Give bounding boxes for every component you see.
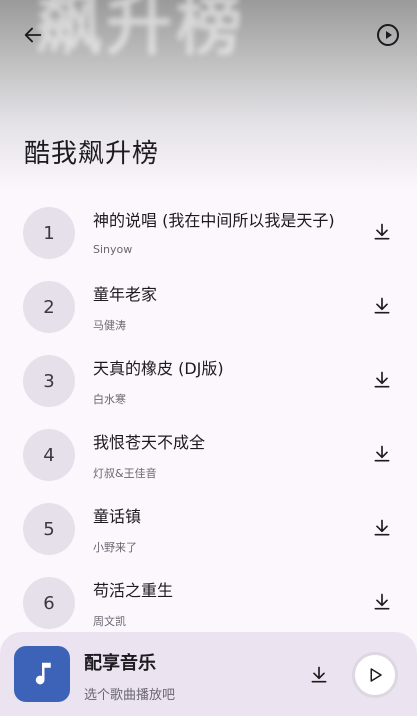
rank-badge: 6 [23, 577, 75, 629]
album-cover[interactable] [14, 646, 70, 702]
song-title: 我恨苍天不成全 [93, 433, 206, 452]
music-note-icon [35, 662, 51, 685]
play-circle-icon [377, 24, 399, 46]
rank-badge: 5 [23, 503, 75, 555]
header-banner: 飙升榜 酷我飙升榜 [0, 0, 417, 190]
back-button[interactable] [18, 20, 48, 50]
download-icon [311, 666, 327, 683]
play-all-button[interactable] [375, 22, 401, 48]
download-button[interactable] [371, 369, 393, 391]
download-button[interactable] [371, 443, 393, 465]
song-row[interactable]: 2 童年老家 马健涛 [0, 269, 417, 343]
song-row[interactable]: 5 童话镇 小野来了 [0, 491, 417, 565]
song-row[interactable]: 3 天真的橡皮 (DJ版) 白水寒 [0, 343, 417, 417]
rank-badge: 1 [23, 207, 75, 259]
song-title: 神的说唱 (我在中间所以我是天子) [93, 211, 335, 230]
download-icon [374, 593, 390, 610]
song-title: 童年老家 [93, 285, 158, 304]
song-title: 天真的橡皮 (DJ版) [93, 359, 224, 378]
song-artist: 周文凯 [93, 615, 126, 628]
song-title: 童话镇 [93, 507, 142, 526]
song-row[interactable]: 6 苟活之重生 周文凯 [0, 565, 417, 639]
download-icon [374, 371, 390, 388]
song-title: 苟活之重生 [93, 581, 174, 600]
download-button[interactable] [371, 295, 393, 317]
song-artist: Sinyow [93, 243, 133, 256]
song-artist: 小野来了 [93, 541, 137, 554]
player-download-button[interactable] [308, 664, 330, 686]
download-button[interactable] [371, 591, 393, 613]
page-title: 酷我飙升榜 [24, 139, 160, 169]
rank-badge: 2 [23, 281, 75, 333]
song-row[interactable]: 1 神的说唱 (我在中间所以我是天子) Sinyow [0, 195, 417, 269]
rank-badge: 3 [23, 355, 75, 407]
download-button[interactable] [371, 221, 393, 243]
download-icon [374, 445, 390, 462]
header-background-text: 飙升榜 [36, 0, 246, 64]
song-artist: 马健涛 [93, 319, 126, 332]
song-row[interactable]: 4 我恨苍天不成全 灯叔&王佳音 [0, 417, 417, 491]
song-artist: 白水寒 [93, 393, 126, 406]
song-artist: 灯叔&王佳音 [93, 467, 157, 480]
mini-player[interactable]: 配享音乐 选个歌曲播放吧 [0, 632, 417, 716]
download-icon [374, 297, 390, 314]
download-button[interactable] [371, 517, 393, 539]
player-title: 配享音乐 [84, 653, 156, 674]
rank-badge: 4 [23, 429, 75, 481]
player-subtitle: 选个歌曲播放吧 [84, 688, 176, 703]
play-button[interactable] [352, 652, 398, 698]
play-icon [370, 668, 382, 682]
download-icon [374, 223, 390, 240]
arrow-left-icon [24, 27, 42, 43]
song-list: 1 神的说唱 (我在中间所以我是天子) Sinyow 2 童年老家 马健涛 3 … [0, 195, 417, 639]
download-icon [374, 519, 390, 536]
